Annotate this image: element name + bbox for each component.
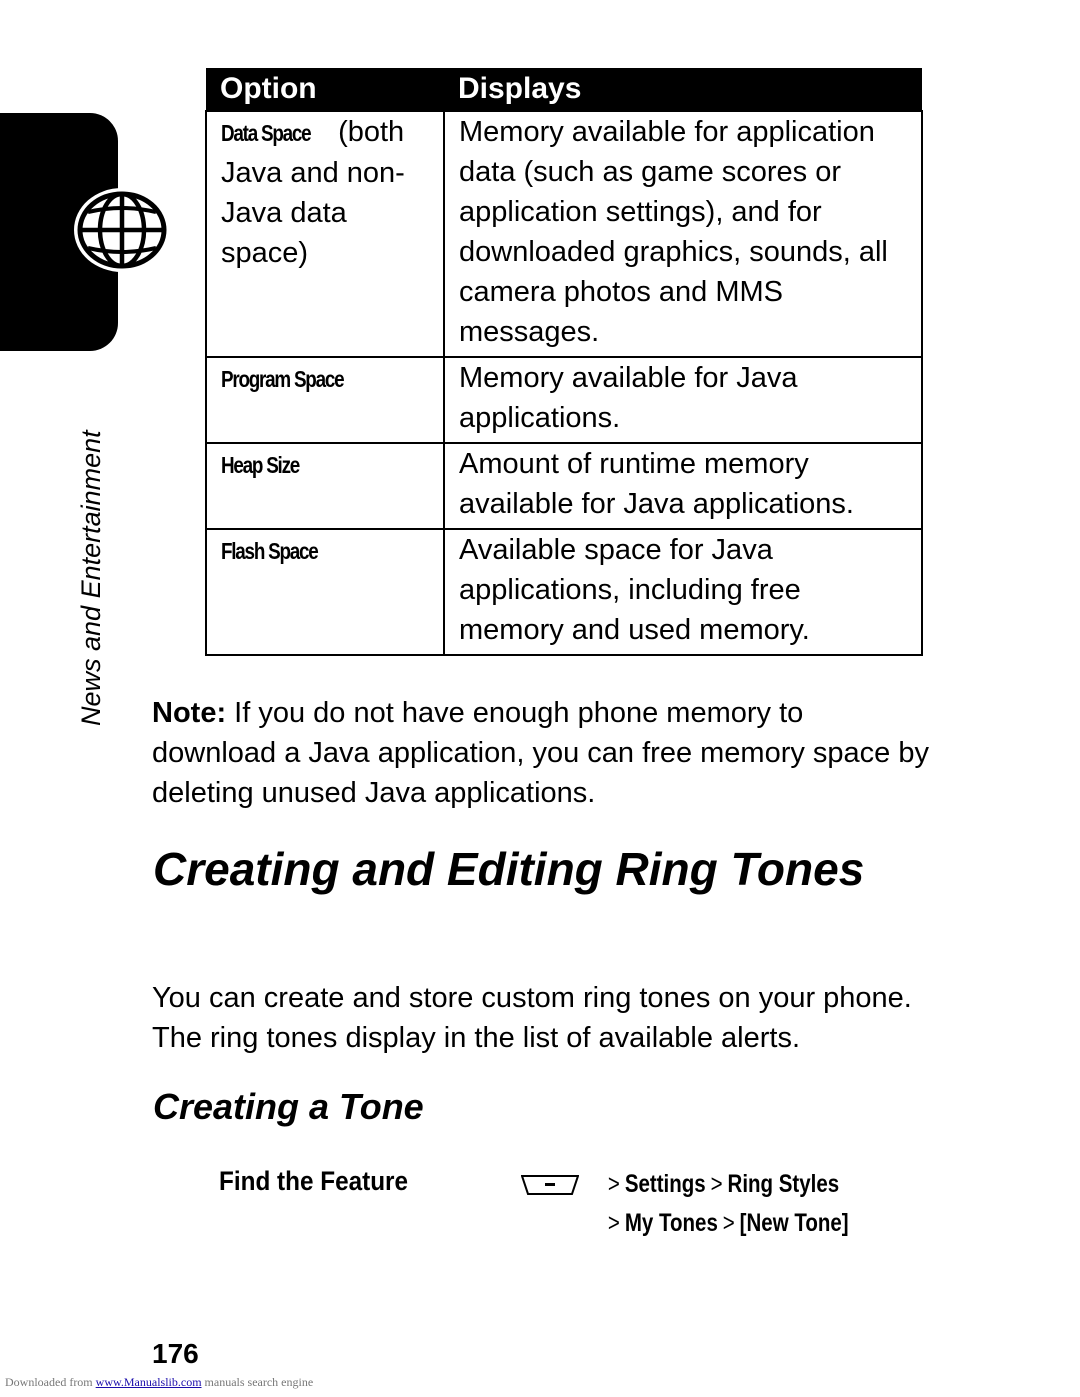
displays-cell: Memory available for application data (s… xyxy=(443,110,923,358)
intro-paragraph: You can create and store custom ring ton… xyxy=(152,982,912,1054)
section-title: Creating and Editing Ring Tones xyxy=(153,843,865,895)
table-row: Program Space Memory available for Java … xyxy=(205,356,923,444)
path-item: Ring Styles xyxy=(727,1170,840,1198)
displays-cell: Memory available for Java applications. xyxy=(443,356,923,444)
option-name: Program Space xyxy=(221,366,345,392)
page-number: 176 xyxy=(152,1338,199,1369)
manualslib-link[interactable]: www.Manualslib.com xyxy=(96,1375,202,1389)
table-header-row: Option Displays xyxy=(206,68,922,111)
option-cell: Program Space xyxy=(205,356,445,444)
menu-key-icon xyxy=(521,1175,579,1195)
option-cell: Heap Size xyxy=(205,442,445,530)
footer-suffix: manuals search engine xyxy=(201,1375,314,1389)
displays-cell: Amount of runtime memory available for J… xyxy=(443,442,923,530)
section-label: News and Entertainment xyxy=(76,430,106,726)
path-separator: > xyxy=(607,1209,620,1237)
path-separator: > xyxy=(607,1170,620,1198)
option-name: Flash Space xyxy=(221,538,319,564)
path-item: [New Tone] xyxy=(739,1209,849,1237)
option-cell: Data Space (both Java and non-Java data … xyxy=(205,110,445,358)
options-table: Option Displays Data Space (both Java an… xyxy=(205,68,923,656)
download-footer: Downloaded from www.Manualslib.com manua… xyxy=(5,1375,313,1390)
table-row: Flash Space Available space for Java app… xyxy=(205,528,923,656)
path-item: Settings xyxy=(624,1170,706,1198)
note-text: If you do not have enough phone memory t… xyxy=(152,697,929,809)
option-name: Heap Size xyxy=(221,452,300,478)
path-item: My Tones xyxy=(624,1209,718,1237)
header-option: Option xyxy=(206,68,444,111)
feature-path-line-1: > Settings > Ring Styles xyxy=(603,1170,839,1199)
subsection-title: Creating a Tone xyxy=(153,1086,424,1127)
note-paragraph: Note: If you do not have enough phone me… xyxy=(152,693,932,813)
feature-path-line-2: > My Tones > [New Tone] xyxy=(603,1209,849,1238)
table-row: Heap Size Amount of runtime memory avail… xyxy=(205,442,923,530)
note-label: Note: xyxy=(152,697,227,729)
option-cell: Flash Space xyxy=(205,528,445,656)
find-feature-label: Find the Feature xyxy=(219,1166,409,1196)
table-row: Data Space (both Java and non-Java data … xyxy=(205,110,923,358)
displays-cell: Available space for Java applications, i… xyxy=(443,528,923,656)
path-separator: > xyxy=(722,1209,735,1237)
header-displays: Displays xyxy=(444,68,922,111)
globe-icon xyxy=(74,188,170,272)
footer-prefix: Downloaded from xyxy=(5,1375,96,1389)
path-separator: > xyxy=(710,1170,723,1198)
option-name: Data Space xyxy=(221,120,312,146)
